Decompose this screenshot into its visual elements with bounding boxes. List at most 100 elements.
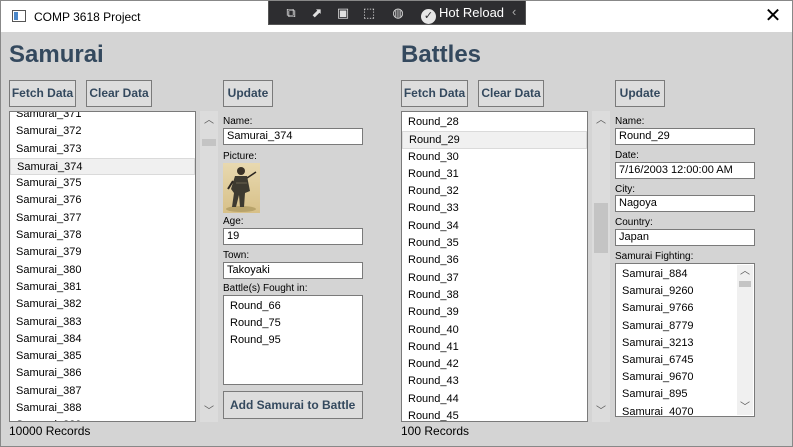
list-item[interactable]: Round_66 (224, 298, 362, 315)
list-item[interactable]: Samurai_377 (10, 210, 195, 227)
list-item[interactable]: Samurai_385 (10, 348, 195, 365)
samurai-fighting-label: Samurai Fighting: (615, 251, 694, 262)
list-item[interactable]: Round_37 (402, 270, 587, 287)
list-item[interactable]: Samurai_379 (10, 244, 195, 261)
open-live-visual-tree-icon[interactable]: ⧉ (282, 4, 300, 22)
close-icon[interactable]: ✕ (763, 5, 783, 27)
battle-city-field[interactable]: Nagoya (615, 195, 755, 212)
samurai-fighting-listbox[interactable]: Samurai_884 Samurai_9260 Samurai_9766 Samur… (615, 263, 755, 417)
list-item[interactable]: Round_42 (402, 356, 587, 373)
list-item[interactable]: Samurai_381 (10, 279, 195, 296)
list-item[interactable]: Round_35 (402, 235, 587, 252)
list-item[interactable]: Samurai_6745 (616, 352, 738, 369)
list-item[interactable]: Round_31 (402, 166, 587, 183)
battles-listbox[interactable]: Round_28 Round_29 Round_30 Round_31 Round_32… (401, 111, 588, 422)
list-item[interactable]: Round_36 (402, 252, 587, 269)
list-item[interactable]: Round_41 (402, 339, 587, 356)
battle-date-label: Date: (615, 150, 639, 161)
list-item[interactable]: Round_34 (402, 218, 587, 235)
list-item[interactable]: Samurai_380 (10, 262, 195, 279)
samurai-fighting-content: Samurai_884 Samurai_9260 Samurai_9766 Samur… (616, 266, 738, 417)
samurai-scrollbar[interactable]: ︿ ﹀ (200, 111, 218, 422)
scrollbar-thumb[interactable] (202, 139, 216, 146)
list-item[interactable]: Samurai_4070 (616, 404, 738, 417)
list-item[interactable]: Samurai_384 (10, 331, 195, 348)
battles-clear-button[interactable]: Clear Data (478, 80, 544, 107)
binding-failures-icon[interactable]: ◍ (389, 4, 407, 22)
list-item[interactable]: Samurai_895 (616, 386, 738, 403)
list-item[interactable]: Samurai_378 (10, 227, 195, 244)
battles-scrollbar[interactable]: ︿ ﹀ (592, 111, 610, 422)
list-item[interactable]: Samurai_9670 (616, 369, 738, 386)
samurai-battles-listbox[interactable]: Round_66 Round_75 Round_95 (223, 295, 363, 385)
list-item[interactable]: Samurai_374 (10, 157, 195, 176)
list-item[interactable]: Round_33 (402, 200, 587, 217)
battle-date-field[interactable]: 7/16/2003 12:00:00 AM (615, 162, 755, 179)
list-item[interactable]: Round_28 (402, 114, 587, 131)
list-item[interactable]: Samurai_372 (10, 123, 195, 140)
add-samurai-to-battle-button[interactable]: Add Samurai to Battle (223, 391, 363, 419)
battles-fetch-button[interactable]: Fetch Data (401, 80, 468, 107)
scroll-down-icon[interactable]: ﹀ (737, 401, 753, 415)
list-item[interactable]: Samurai_371 (10, 112, 195, 123)
list-item[interactable]: Round_32 (402, 183, 587, 200)
samurai-age-field[interactable]: 19 (223, 228, 363, 245)
samurai-picture-label: Picture: (223, 151, 257, 162)
battle-name-field[interactable]: Round_29 (615, 128, 755, 145)
list-item[interactable]: Round_39 (402, 304, 587, 321)
samurai-battles-label: Battle(s) Fought in: (223, 283, 308, 294)
scroll-down-icon[interactable]: ﹀ (200, 405, 218, 419)
scroll-down-icon[interactable]: ﹀ (592, 405, 610, 419)
battle-country-field[interactable]: Japan (615, 229, 755, 246)
battles-update-label: Update (619, 86, 661, 100)
scroll-up-icon[interactable]: ︿ (592, 114, 610, 128)
list-item[interactable]: Samurai_884 (616, 266, 738, 283)
track-focus-icon[interactable]: ⬚ (360, 4, 378, 22)
battles-update-button[interactable]: Update (615, 80, 665, 107)
list-item[interactable]: Round_29 (402, 131, 587, 149)
samurai-age-label: Age: (223, 216, 244, 227)
chevron-left-icon[interactable]: ‹ (512, 4, 516, 19)
fighting-scrollbar[interactable]: ︿ ﹀ (737, 265, 753, 415)
samurai-fetch-label: Fetch Data (11, 86, 74, 100)
list-item[interactable]: Samurai_383 (10, 314, 195, 331)
scroll-up-icon[interactable]: ︿ (737, 265, 753, 279)
select-element-icon[interactable]: ⬈ (308, 4, 326, 22)
list-item[interactable]: Samurai_373 (10, 141, 195, 158)
scrollbar-thumb[interactable] (739, 281, 751, 287)
list-item[interactable]: Samurai_9260 (616, 283, 738, 300)
list-item[interactable]: Samurai_388 (10, 400, 195, 417)
list-item[interactable]: Samurai_376 (10, 192, 195, 209)
list-item[interactable]: Round_38 (402, 287, 587, 304)
app-window: COMP 3618 Project ✕ ⧉ ⬈ ▣ ⬚ ◍ ✓ Hot Reloa… (0, 0, 793, 447)
samurai-fetch-button[interactable]: Fetch Data (9, 80, 76, 107)
list-item[interactable]: Samurai_9766 (616, 300, 738, 317)
list-item[interactable]: Round_30 (402, 149, 587, 166)
samurai-name-field[interactable]: Samurai_374 (223, 128, 363, 145)
scrollbar-thumb[interactable] (594, 203, 608, 253)
scroll-up-icon[interactable]: ︿ (200, 114, 218, 128)
hot-reload-button[interactable]: ✓ Hot Reload (421, 3, 505, 24)
samurai-town-field[interactable]: Takoyaki (223, 262, 363, 279)
list-item[interactable]: Samurai_382 (10, 296, 195, 313)
list-item[interactable]: Samurai_3213 (616, 335, 738, 352)
samurai-update-button[interactable]: Update (223, 80, 273, 107)
list-item[interactable]: Round_45 (402, 408, 587, 421)
hot-reload-label: Hot Reload (439, 5, 505, 20)
battles-fetch-label: Fetch Data (403, 86, 466, 100)
list-item[interactable]: Round_40 (402, 322, 587, 339)
list-item[interactable]: Round_95 (224, 332, 362, 349)
samurai-clear-button[interactable]: Clear Data (86, 80, 152, 107)
list-item[interactable]: Samurai_8779 (616, 318, 738, 335)
display-layout-adorners-icon[interactable]: ▣ (334, 4, 352, 22)
list-item[interactable]: Round_75 (224, 315, 362, 332)
list-item[interactable]: Samurai_386 (10, 365, 195, 382)
list-item[interactable]: Samurai_375 (10, 175, 195, 192)
samurai-listbox[interactable]: Samurai_371 Samurai_372 Samurai_373 Samurai… (9, 111, 196, 422)
list-item[interactable]: Samurai_389 (10, 417, 195, 421)
list-item[interactable]: Round_43 (402, 373, 587, 390)
battles-list-content: Round_28 Round_29 Round_30 Round_31 Round_32… (402, 114, 587, 421)
list-item[interactable]: Round_44 (402, 391, 587, 408)
check-circle-icon: ✓ (421, 9, 436, 24)
list-item[interactable]: Samurai_387 (10, 383, 195, 400)
